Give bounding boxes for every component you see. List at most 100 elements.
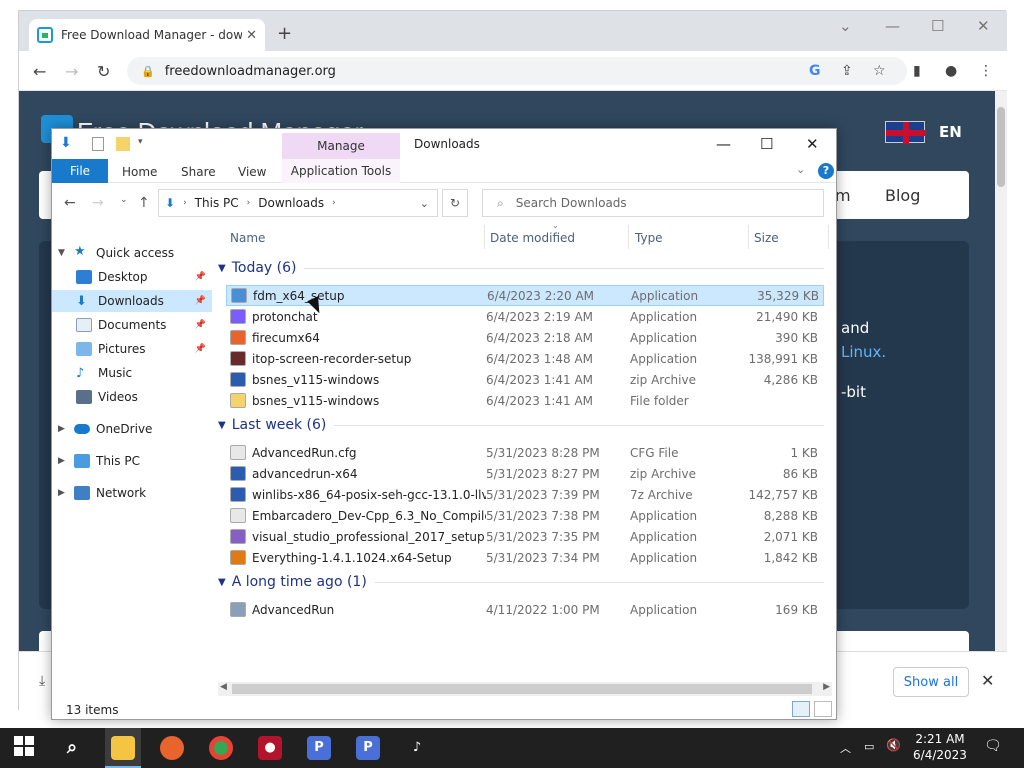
file-row[interactable]: winlibs-x86_64-posix-seh-gcc-13.1.0-llv.… (226, 484, 824, 505)
refresh-button[interactable]: ↻ (442, 189, 468, 217)
file-row[interactable]: Embarcadero_Dev-Cpp_6.3_No_Compiler... 5/… (226, 505, 824, 526)
nav-item-downloads[interactable]: ⬇ Downloads 📌 (52, 290, 212, 312)
notifications-icon[interactable]: 🗨 (984, 738, 1002, 754)
chrome-taskbar-icon[interactable] (209, 736, 233, 760)
breadcrumb-downloads[interactable]: Downloads (258, 196, 324, 210)
group-collapse-chevron-icon[interactable]: ▼ (218, 420, 226, 431)
show-hidden-icons-chevron-icon[interactable]: ︿ (840, 740, 851, 756)
scrollbar-thumb[interactable] (997, 107, 1005, 187)
large-icons-view-icon[interactable] (814, 701, 832, 717)
minimize-button[interactable]: — (885, 17, 900, 35)
screen-recorder-taskbar-icon[interactable]: ● (258, 736, 282, 760)
column-divider[interactable] (828, 225, 829, 249)
expanded-chevron-icon[interactable]: ▼ (58, 248, 70, 258)
explorer-back-arrow-icon[interactable]: ← (64, 195, 76, 211)
search-icon[interactable]: ⌕ (60, 736, 84, 760)
column-header-type[interactable]: Type (635, 231, 663, 245)
horizontal-scrollbar[interactable]: ◀ ▶ (218, 682, 832, 696)
profile-avatar-icon[interactable]: ● (945, 63, 957, 79)
forward-arrow-icon[interactable]: → (65, 62, 78, 81)
browser-tab[interactable]: Free Download Manager - down ✕ (29, 19, 265, 51)
nav-item-desktop[interactable]: Desktop 📌 (52, 266, 212, 288)
column-divider[interactable] (748, 225, 749, 249)
network-status-icon[interactable]: ▭ (864, 740, 874, 753)
search-downloads-input[interactable]: ⌕ Search Downloads (482, 189, 824, 217)
file-row[interactable]: itop-screen-recorder-setup 6/4/2023 1:48 … (226, 348, 824, 369)
nav-item-pictures[interactable]: Pictures 📌 (52, 338, 212, 360)
pin-icon[interactable]: 📌 (195, 296, 206, 306)
file-row[interactable]: bsnes_v115-windows 6/4/2023 1:41 AM File f… (226, 390, 824, 411)
new-tab-button[interactable]: + (277, 23, 292, 44)
group-collapse-chevron-icon[interactable]: ▼ (218, 263, 226, 274)
column-header-size[interactable]: Size (754, 231, 779, 245)
maximize-button[interactable]: ☐ (931, 17, 944, 35)
windows-start-icon[interactable] (14, 736, 34, 756)
explorer-address-bar[interactable]: ⬇ › This PC › Downloads › ⌄ (158, 189, 438, 217)
pin-icon[interactable]: 📌 (195, 344, 206, 354)
help-icon[interactable]: ? (818, 163, 834, 179)
manage-contextual-tab[interactable]: Manage (282, 133, 400, 159)
tiktok-taskbar-icon[interactable]: ♪ (405, 736, 429, 760)
quick-access-toolbar-chevron-icon[interactable]: ▾ (138, 137, 143, 147)
properties-icon[interactable] (92, 137, 104, 151)
menu-kebab-icon[interactable]: ⋮ (979, 63, 993, 79)
tab-close-icon[interactable]: ✕ (242, 28, 257, 43)
site-nav-item[interactable]: m (835, 186, 851, 205)
nav-onedrive[interactable]: ▶ OneDrive (52, 418, 212, 440)
scroll-left-icon[interactable]: ◀ (220, 682, 227, 692)
ribbon-tab-share[interactable]: Share (181, 165, 216, 179)
file-row[interactable]: advancedrun-x64 5/31/2023 8:27 PM zip Arch… (226, 463, 824, 484)
column-header-name[interactable]: Name (230, 231, 265, 245)
scroll-right-icon[interactable]: ▶ (823, 682, 830, 692)
nav-item-documents[interactable]: Documents 📌 (52, 314, 212, 336)
ribbon-tab-home[interactable]: Home (122, 165, 157, 179)
clock-date[interactable]: 6/4/2023 (910, 748, 970, 762)
side-panel-icon[interactable]: ▮ (913, 63, 921, 79)
address-dropdown-chevron-icon[interactable]: ⌄ (420, 197, 429, 210)
file-row[interactable]: visual_studio_professional_2017_setup 5/3… (226, 526, 824, 547)
ribbon-tab-view[interactable]: View (238, 165, 266, 179)
file-row[interactable]: firecumx64 6/4/2023 2:18 AM Application 390… (226, 327, 824, 348)
column-header-date-modified[interactable]: Date modified (490, 231, 575, 245)
proton-taskbar-icon[interactable]: P (307, 736, 331, 760)
nav-network[interactable]: ▶ Network (52, 482, 212, 504)
nav-item-music[interactable]: ♪ Music (52, 362, 212, 384)
file-explorer-taskbar-icon[interactable] (111, 736, 135, 760)
address-bar[interactable]: 🔒 freedownloadmanager.org (127, 57, 907, 85)
download-bar-close-icon[interactable]: ✕ (981, 671, 994, 690)
file-row[interactable]: AdvancedRun 4/11/2022 1:00 PM Application 1… (226, 599, 824, 620)
ribbon-tab-file[interactable]: File (52, 159, 108, 183)
language-selector[interactable]: EN (939, 123, 962, 141)
file-group-header[interactable]: ▼ Last week (6) (218, 417, 824, 433)
close-button[interactable]: ✕ (977, 17, 990, 35)
recent-locations-chevron-icon[interactable]: ⌄ (120, 195, 128, 205)
uk-flag-icon[interactable] (885, 121, 926, 144)
nav-this-pc[interactable]: ▶ This PC (52, 450, 212, 472)
file-group-header[interactable]: ▼ Today (6) (218, 260, 824, 276)
reload-icon[interactable]: ↻ (97, 62, 110, 81)
proton-taskbar-icon-2[interactable]: P (356, 736, 380, 760)
explorer-minimize-button[interactable]: — (716, 135, 731, 153)
scrollbar-thumb[interactable] (232, 684, 812, 694)
share-icon[interactable]: ⇪ (841, 63, 853, 79)
bookmark-star-icon[interactable]: ☆ (873, 63, 886, 79)
collapsed-chevron-icon[interactable]: ▶ (58, 488, 70, 498)
pin-icon[interactable]: 📌 (195, 272, 206, 282)
file-row[interactable]: AdvancedRun.cfg 5/31/2023 8:28 PM CFG File… (226, 442, 824, 463)
back-arrow-icon[interactable]: ← (33, 62, 46, 81)
collapsed-chevron-icon[interactable]: ▶ (58, 456, 70, 466)
collapsed-chevron-icon[interactable]: ▶ (58, 424, 70, 434)
volume-muted-icon[interactable]: 🔇 (886, 738, 901, 752)
group-collapse-chevron-icon[interactable]: ▼ (218, 577, 226, 588)
explorer-forward-arrow-icon[interactable]: → (92, 195, 104, 211)
site-nav-blog[interactable]: Blog (885, 186, 920, 205)
pin-icon[interactable]: 📌 (195, 320, 206, 330)
nav-quick-access[interactable]: ▼ ★ Quick access (52, 242, 212, 264)
google-lens-icon[interactable]: G (809, 63, 821, 79)
clock-time[interactable]: 2:21 AM (914, 732, 966, 746)
ribbon-expand-chevron-icon[interactable]: ⌄ (796, 163, 805, 176)
page-scrollbar[interactable] (995, 91, 1007, 651)
up-arrow-icon[interactable]: ↑ (138, 195, 150, 211)
file-row[interactable]: Everything-1.4.1.1024.x64-Setup 5/31/2023… (226, 547, 824, 568)
nav-item-videos[interactable]: Videos (52, 386, 212, 408)
